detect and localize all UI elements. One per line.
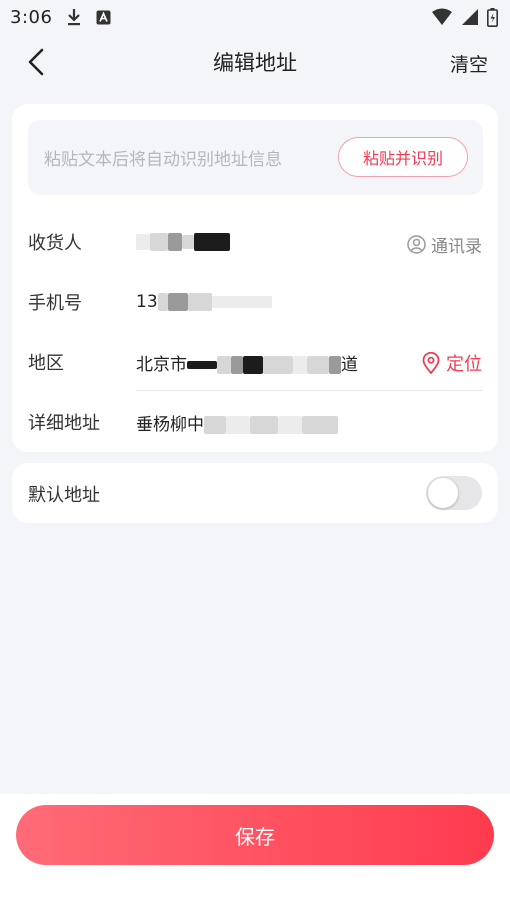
locate-button[interactable]: 定位	[422, 350, 482, 376]
redacted-text	[157, 293, 168, 311]
divider	[136, 390, 483, 391]
detail-value-start: 垂杨柳中	[136, 414, 204, 435]
region-value-end: 道	[341, 354, 358, 375]
save-button[interactable]: 保存	[16, 805, 494, 865]
region-input[interactable]: 北京市 道	[136, 350, 358, 375]
default-address-label: 默认地址	[28, 485, 100, 506]
redacted-text	[167, 293, 188, 311]
redacted-text	[136, 234, 150, 250]
detail-input[interactable]: 垂杨柳中	[136, 410, 338, 435]
wifi-icon	[432, 8, 452, 25]
recipient-label: 收货人	[28, 233, 82, 254]
phone-prefix: 13	[136, 292, 158, 312]
location-pin-icon	[422, 352, 440, 374]
default-address-card: 默认地址	[12, 463, 498, 523]
region-label: 地区	[28, 353, 64, 374]
redacted-text	[278, 415, 302, 434]
status-time: 3:06	[10, 6, 53, 28]
redacted-text	[211, 296, 272, 308]
download-icon	[68, 9, 81, 26]
contact-person-icon	[407, 235, 426, 254]
a-badge-icon	[96, 10, 111, 24]
redacted-text	[204, 415, 226, 434]
redacted-text	[293, 355, 307, 374]
address-form-card: 粘贴文本后将自动识别地址信息 粘贴并识别 收货人 通讯录 手机号 13 地区 北…	[12, 104, 498, 452]
phone-input[interactable]: 13	[136, 292, 272, 312]
redacted-text	[187, 360, 217, 369]
nav-bar: 编辑地址 清空	[0, 34, 510, 90]
signal-icon	[462, 9, 478, 25]
phone-label: 手机号	[28, 293, 82, 314]
redacted-text	[231, 355, 243, 374]
region-value-start: 北京市	[136, 354, 187, 375]
redacted-text	[194, 233, 230, 251]
contacts-button[interactable]: 通讯录	[407, 232, 482, 257]
clear-button[interactable]: 清空	[450, 50, 488, 77]
bottom-panel: 保存	[0, 794, 510, 906]
chevron-left-icon[interactable]	[22, 46, 52, 78]
redacted-text	[329, 355, 341, 374]
redacted-text	[243, 355, 263, 374]
redacted-text	[150, 233, 168, 251]
redacted-text	[187, 293, 212, 311]
redacted-text	[263, 355, 293, 374]
paste-hint: 粘贴文本后将自动识别地址信息	[44, 150, 282, 170]
redacted-text	[217, 355, 231, 374]
default-address-toggle[interactable]	[426, 476, 482, 510]
paste-text-area[interactable]: 粘贴文本后将自动识别地址信息 粘贴并识别	[28, 120, 483, 195]
phone-row: 手机号 13	[28, 272, 483, 332]
toggle-knob	[428, 478, 458, 508]
page-title: 编辑地址	[213, 51, 297, 75]
redacted-text	[250, 415, 278, 434]
paste-recognize-button[interactable]: 粘贴并识别	[338, 137, 468, 177]
redacted-text	[307, 355, 329, 374]
contacts-label: 通讯录	[431, 237, 482, 257]
detail-label: 详细地址	[28, 413, 100, 434]
redacted-text	[226, 415, 250, 434]
battery-icon	[487, 7, 498, 27]
recipient-input[interactable]	[136, 232, 230, 252]
region-row: 地区 北京市 道	[28, 332, 483, 392]
redacted-text	[302, 415, 338, 434]
status-bar: 3:06	[0, 0, 510, 34]
redacted-text	[168, 233, 182, 251]
locate-label: 定位	[446, 354, 482, 375]
redacted-text	[182, 235, 194, 249]
detail-row: 详细地址 垂杨柳中	[28, 392, 483, 452]
